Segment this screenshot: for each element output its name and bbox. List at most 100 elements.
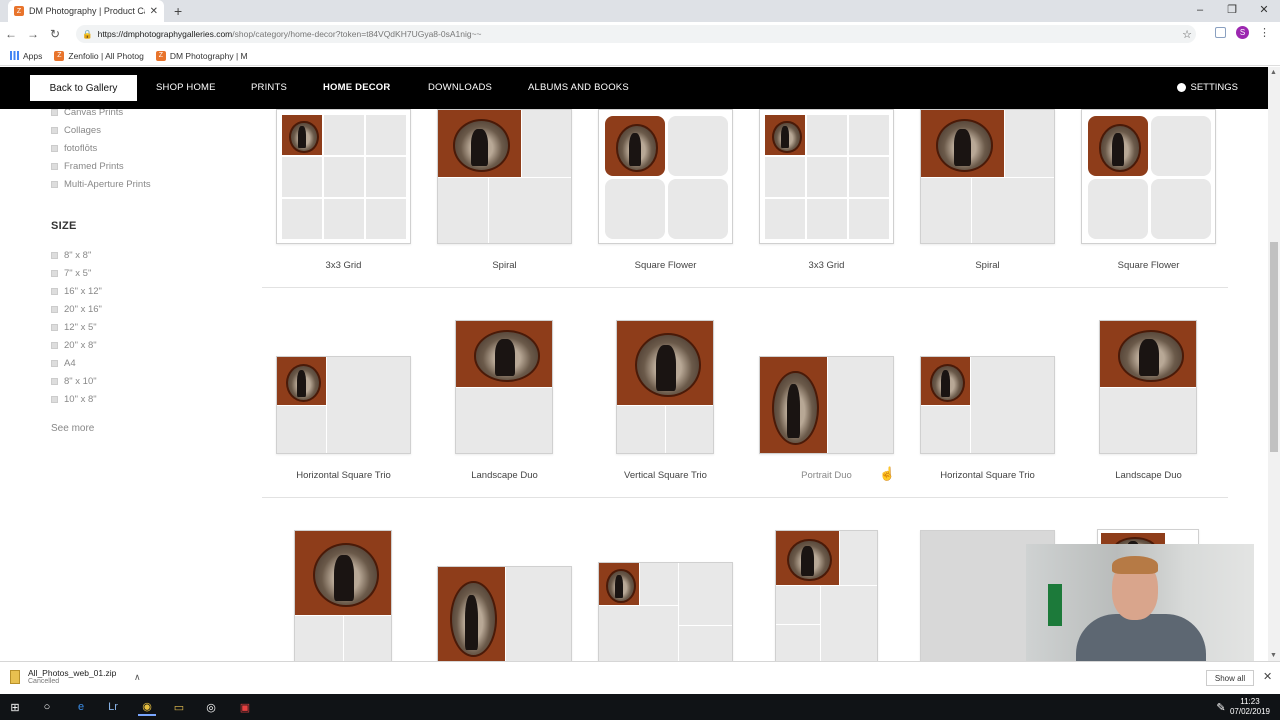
product-name[interactable]: Spiral	[424, 260, 585, 271]
product-name[interactable]: Landscape Duo	[1068, 470, 1228, 481]
layout-cell	[821, 586, 877, 661]
settings-button[interactable]: SETTINGS	[1177, 82, 1238, 93]
page-scrollbar[interactable]: ▲ ▼	[1268, 67, 1280, 661]
see-more-link[interactable]: See more	[51, 423, 94, 434]
filter-size[interactable]: A4	[51, 358, 76, 369]
checkbox[interactable]	[51, 342, 58, 349]
pen-icon[interactable]: ✎	[1212, 698, 1230, 716]
checkbox[interactable]	[51, 378, 58, 385]
checkbox[interactable]	[51, 252, 58, 259]
product-name[interactable]: Vertical Square Trio	[585, 470, 746, 481]
browser-tab[interactable]: Z DM Photography | Product Catego ✕	[8, 0, 164, 22]
filter-size[interactable]: 7" x 5"	[51, 268, 91, 279]
checkbox[interactable]	[51, 145, 58, 152]
cortana-search-icon[interactable]: ○	[38, 698, 56, 716]
bookmark-apps[interactable]: Apps	[10, 51, 42, 61]
product-name[interactable]: Square Flower	[585, 260, 746, 271]
scroll-down-icon[interactable]: ▼	[1270, 652, 1277, 659]
product-thumbnail[interactable]	[616, 320, 714, 454]
checkbox[interactable]	[51, 306, 58, 313]
filter-size[interactable]: 10" x 8"	[51, 394, 97, 405]
checkbox[interactable]	[51, 163, 58, 170]
product-thumbnail[interactable]	[598, 562, 733, 661]
product-name[interactable]: 3x3 Grid	[746, 260, 907, 271]
product-name[interactable]: Landscape Duo	[424, 470, 585, 481]
product-thumbnail[interactable]	[455, 320, 553, 454]
browser-menu-icon[interactable]: ⋮	[1259, 26, 1270, 39]
product-thumbnail[interactable]	[920, 109, 1055, 244]
restore-icon[interactable]: ❐	[1216, 0, 1248, 22]
minimize-icon[interactable]: –	[1184, 0, 1216, 22]
forward-arrow-icon[interactable]: →	[22, 27, 44, 41]
filter-canvas-prints[interactable]: Canvas Prints	[51, 109, 123, 118]
filter-size[interactable]: 16" x 12"	[51, 286, 102, 297]
product-thumbnail[interactable]	[775, 530, 878, 661]
windows-start-icon[interactable]: ⊞	[6, 698, 24, 716]
reload-icon[interactable]: ↻	[44, 27, 66, 41]
filter-multi-aperture-prints[interactable]: Multi-Aperture Prints	[51, 179, 151, 190]
profile-avatar[interactable]: S	[1236, 26, 1249, 39]
back-to-gallery-button[interactable]: Back to Gallery	[30, 75, 137, 101]
product-thumbnail[interactable]	[920, 356, 1055, 454]
bookmark-dm-photography[interactable]: Z DM Photography | M	[155, 50, 248, 61]
filter-size[interactable]: 8" x 8"	[51, 250, 91, 261]
checkbox[interactable]	[51, 396, 58, 403]
close-icon[interactable]: ✕	[1263, 670, 1272, 683]
product-thumbnail[interactable]	[437, 566, 572, 661]
edge-icon[interactable]: e	[72, 698, 90, 716]
acrobat-icon[interactable]: ▣	[236, 698, 254, 716]
nav-shop-home[interactable]: SHOP HOME	[156, 82, 216, 93]
nav-prints[interactable]: PRINTS	[251, 82, 287, 93]
checkbox[interactable]	[51, 324, 58, 331]
product-thumbnail[interactable]	[294, 530, 392, 661]
obs-icon[interactable]: ◎	[202, 698, 220, 716]
file-explorer-icon[interactable]: ▭	[170, 698, 188, 716]
filter-fotoflots[interactable]: fotoflōts	[51, 143, 97, 154]
checkbox[interactable]	[51, 181, 58, 188]
window-close-icon[interactable]: ✕	[1248, 0, 1280, 22]
bookmark-zenfolio[interactable]: Z Zenfolio | All Photog	[54, 50, 144, 61]
checkbox[interactable]	[51, 288, 58, 295]
product-thumbnail[interactable]	[598, 109, 733, 244]
scroll-thumb[interactable]	[1270, 242, 1278, 452]
product-thumbnail[interactable]	[276, 356, 411, 454]
product-thumbnail[interactable]	[437, 109, 572, 244]
nav-home-decor[interactable]: HOME DECOR	[323, 82, 390, 93]
product-name[interactable]: Square Flower	[1068, 260, 1228, 271]
product-name[interactable]: 3x3 Grid	[263, 260, 424, 271]
checkbox[interactable]	[51, 127, 58, 134]
product-name[interactable]: Horizontal Square Trio	[907, 470, 1068, 481]
back-arrow-icon[interactable]: ←	[0, 27, 22, 41]
checkbox[interactable]	[51, 360, 58, 367]
filter-size[interactable]: 12" x 5"	[51, 322, 97, 333]
nav-downloads[interactable]: DOWNLOADS	[428, 82, 492, 93]
product-photo	[765, 115, 805, 155]
filter-size[interactable]: 20" x 16"	[51, 304, 102, 315]
scroll-up-icon[interactable]: ▲	[1270, 69, 1277, 76]
lightroom-icon[interactable]: Lr	[104, 698, 122, 716]
product-name[interactable]: Horizontal Square Trio	[263, 470, 424, 481]
filter-size[interactable]: 20" x 8"	[51, 340, 97, 351]
checkbox[interactable]	[51, 109, 58, 116]
nav-albums-and-books[interactable]: ALBUMS AND BOOKS	[528, 82, 629, 93]
filter-collages[interactable]: Collages	[51, 125, 101, 136]
product-name[interactable]: Spiral	[907, 260, 1068, 271]
chevron-up-icon[interactable]: ∧	[134, 672, 141, 683]
product-thumbnail[interactable]	[276, 109, 411, 244]
filter-framed-prints[interactable]: Framed Prints	[51, 161, 124, 172]
system-clock[interactable]: 11:23 07/02/2019	[1230, 697, 1270, 717]
product-thumbnail[interactable]	[1081, 109, 1216, 244]
chrome-icon[interactable]: ◉	[138, 698, 156, 716]
product-thumbnail[interactable]	[759, 109, 894, 244]
checkbox[interactable]	[51, 270, 58, 277]
filter-size[interactable]: 8" x 10"	[51, 376, 97, 387]
download-item[interactable]: All_Photos_web_01.zip Cancelled	[10, 668, 116, 685]
product-thumbnail[interactable]	[1099, 320, 1197, 454]
url-bar[interactable]: 🔒 https://dmphotographygalleries.com/sho…	[76, 25, 1196, 43]
bookmark-star-icon[interactable]: ☆	[1182, 28, 1192, 41]
show-all-button[interactable]: Show all	[1206, 670, 1254, 686]
new-tab-button[interactable]: +	[174, 3, 182, 19]
extension-icon[interactable]	[1215, 27, 1226, 38]
tab-close-icon[interactable]: ✕	[150, 6, 158, 17]
product-thumbnail[interactable]	[759, 356, 894, 454]
